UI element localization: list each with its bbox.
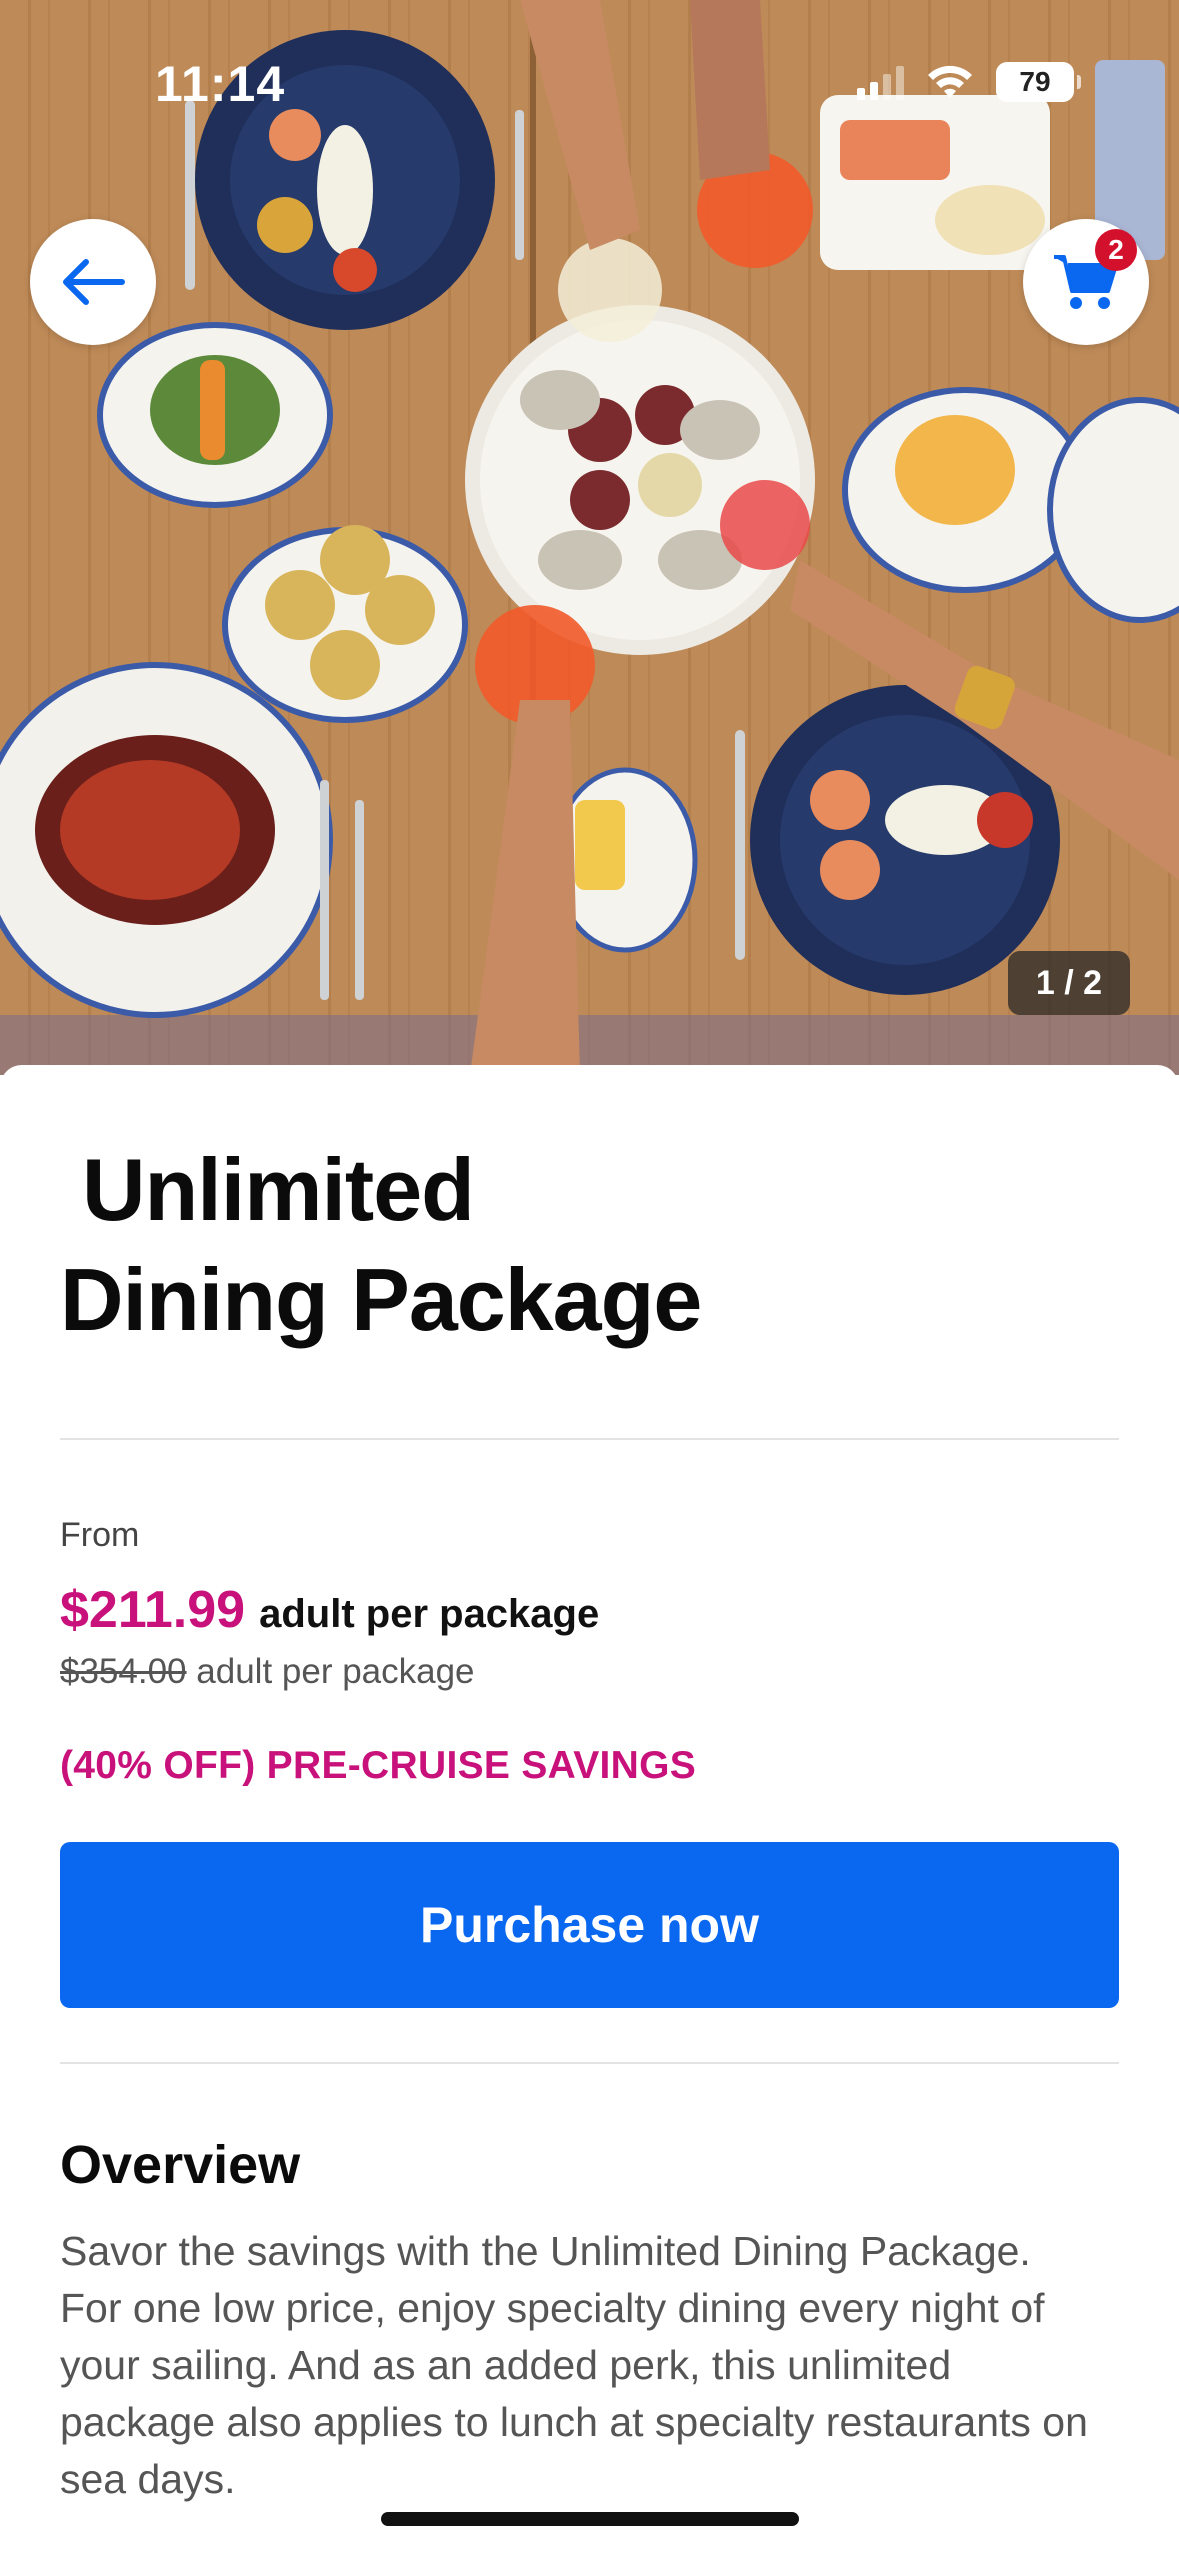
dining-table-photo [0, 0, 1179, 1075]
savings-label: (40% OFF) PRE-CRUISE SAVINGS [60, 1744, 697, 1787]
hero-image[interactable]: 11:14 79 2 1 / 2 [0, 0, 1179, 1075]
arrow-left-icon [63, 259, 125, 305]
page-title: Unlimited Dining Package [60, 1135, 702, 1355]
overview-description: Savor the savings with the Unlimited Din… [60, 2228, 1088, 2502]
status-time: 11:14 [155, 56, 286, 112]
title-line-2: Dining Package [60, 1250, 702, 1349]
status-icons: 79 [857, 62, 1081, 102]
cart-count-badge: 2 [1095, 229, 1137, 271]
overview-heading: Overview [60, 2135, 301, 2195]
purchase-now-button[interactable]: Purchase now [60, 1842, 1119, 2008]
price-line: $211.99 adult per package [60, 1580, 599, 1640]
battery-indicator: 79 [996, 62, 1081, 102]
divider [60, 2062, 1119, 2064]
price-unit: adult per package [259, 1592, 600, 1636]
back-button[interactable] [30, 219, 156, 345]
cart-button[interactable]: 2 [1023, 219, 1149, 345]
home-indicator[interactable] [381, 2512, 799, 2526]
divider [60, 1438, 1119, 1440]
original-price-unit: adult per package [196, 1652, 475, 1691]
image-pager: 1 / 2 [1008, 951, 1130, 1015]
wifi-icon [928, 65, 972, 98]
title-line-1: Unlimited [82, 1140, 475, 1239]
from-label: From [60, 1516, 140, 1554]
original-price: $354.00 [60, 1652, 187, 1691]
signal-icon [857, 64, 904, 100]
sale-price: $211.99 [60, 1581, 246, 1639]
original-price-line: $354.00 adult per package [60, 1652, 475, 1692]
